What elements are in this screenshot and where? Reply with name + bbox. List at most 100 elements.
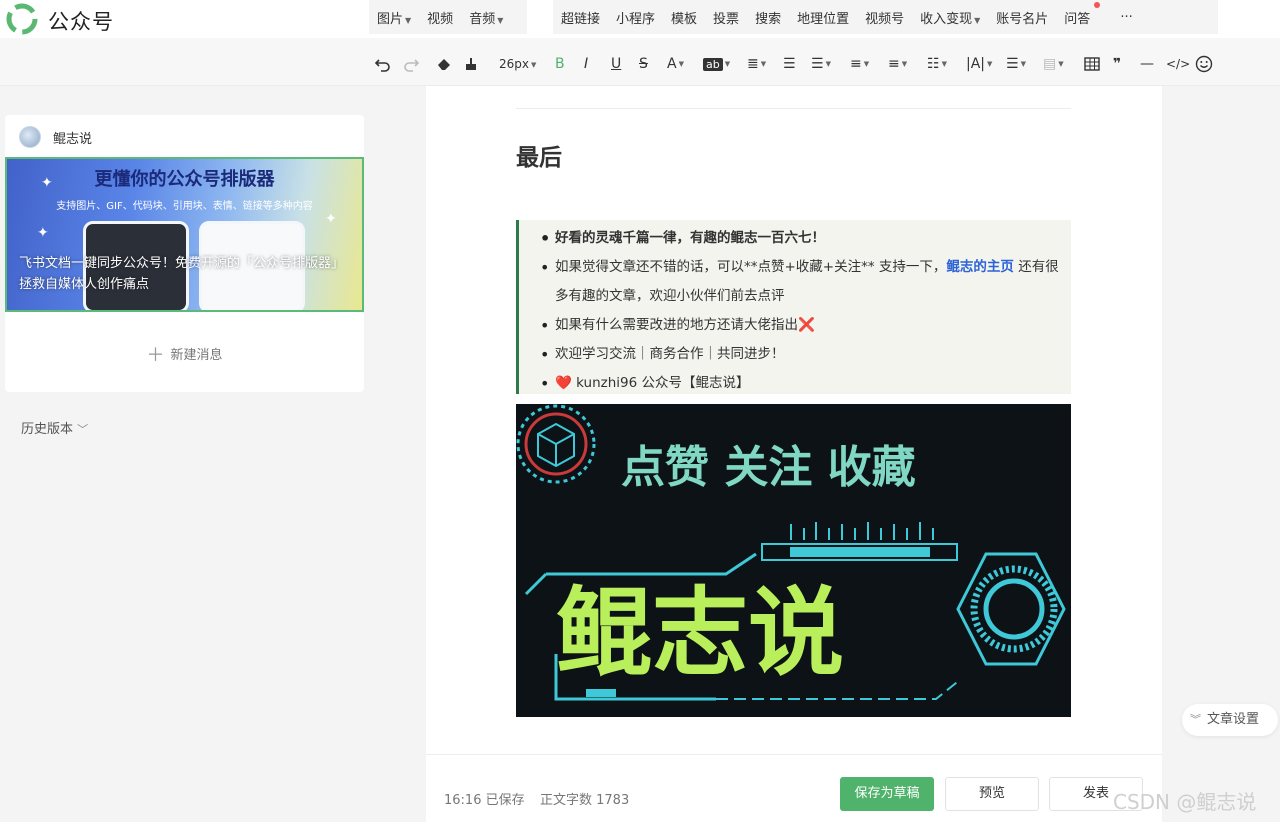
emoji-icon[interactable] [1195,54,1213,74]
menu-channels[interactable]: 视频号 [857,8,912,27]
text-indent-icon[interactable]: ▤ ▼ [1043,54,1064,74]
insert-menu-group-more: 超链接 小程序 模板 投票 搜索 地理位置 视频号 收入变现 ▼ 账号名片 问答 … [553,0,1218,34]
table-icon[interactable] [1084,54,1100,74]
quote-icon[interactable]: ❞ [1113,54,1121,74]
top-bar: 公众号 图片 ▼ 视频 音频 ▼ 超链接 小程序 模板 投票 搜索 地理位置 视频号… [0,0,1280,38]
homepage-link[interactable]: 鲲志的主页 [946,259,1014,275]
banner-main-text: 鲲志说 [556,577,844,689]
caret-down-icon: ▼ [724,60,731,68]
menu-video[interactable]: 视频 [419,8,461,27]
paragraph-spacing-icon[interactable]: ≡ ▼ [888,54,907,74]
cover-title: 更懂你的公众号排版器 [94,169,275,190]
italic-icon[interactable]: I [584,54,588,74]
menu-audio[interactable]: 音频 ▼ [461,8,511,27]
divider-line-icon[interactable]: — [1140,54,1154,74]
gear-icon [956,552,1066,666]
undo-icon[interactable] [374,54,392,74]
caret-down-icon: ▼ [825,60,831,68]
notification-dot [1094,1,1101,8]
caret-down-icon: ▼ [987,60,993,68]
list-item: 欢迎学习交流｜商务合作｜共同进步！ [540,340,1071,369]
banner-graphic: 点赞 关注 收藏 鲲志说 [516,404,1066,701]
list-indent-icon[interactable]: ☷ ▼ [927,54,947,74]
menu-monetize[interactable]: 收入变现 ▼ [912,8,988,27]
section-heading: 最后 [516,145,562,171]
underline-icon[interactable]: U [611,54,621,74]
menu-hyperlink[interactable]: 超链接 [553,8,608,27]
heart-icon: ❤️ [555,375,572,391]
plus-icon: ＋ [146,345,165,366]
new-message-button[interactable]: ＋新建消息 [5,341,364,367]
chevron-down-icon: ﹀ [77,423,89,436]
menu-qa[interactable]: 问答 [1056,1,1101,27]
cross-mark-icon: ❌ [798,317,815,333]
menu-vote[interactable]: 投票 [705,8,747,27]
caret-down-icon: ▼ [901,60,908,68]
caret-down-icon: ▼ [1020,60,1026,68]
menu-more[interactable]: ··· [1112,10,1140,25]
highlight-icon[interactable]: ab ▼ [703,54,730,74]
indent-icon[interactable]: ☰ [783,54,796,74]
caret-down-icon: ▼ [531,60,537,69]
list-item: 如果有什么需要改进的地方还请大佬指出❌ [540,311,1071,340]
caret-down-icon: ▼ [1058,60,1064,68]
menu-mini-program[interactable]: 小程序 [608,8,663,27]
double-chevron-down-icon: ︾ [1190,713,1201,726]
article-editor[interactable]: 最后 好看的灵魂千篇一律，有趣的鲲志一百六七！ 如果觉得文章还不错的话，可以**… [426,86,1162,822]
menu-search[interactable]: 搜索 [747,8,789,27]
progress-fill [790,547,930,557]
tick-marks [790,522,934,540]
article-cover-selected[interactable]: 更懂你的公众号排版器 支持图片、GIF、代码块、引用块、表情、链接等多种内容 ✦… [5,157,364,312]
caret-down-icon: ▼ [760,60,767,68]
divider [516,108,1071,109]
caret-down-icon: ▼ [863,60,870,68]
cover-subtitle: 支持图片、GIF、代码块、引用块、表情、链接等多种内容 [56,201,313,212]
strikethrough-icon[interactable]: S [639,54,648,74]
account-header: 鲲志说 [19,125,92,149]
format-painter-icon[interactable] [463,54,479,74]
menu-account-card[interactable]: 账号名片 [988,8,1056,27]
word-count: 正文字数 1783 [540,793,630,808]
font-color-icon[interactable]: A ▼ [667,54,684,74]
caret-down-icon: ▼ [974,15,981,25]
caret-down-icon: ▼ [497,15,504,25]
app-name: 公众号 [48,10,114,34]
sparkle-icon: ✦ [37,225,49,241]
letter-spacing-icon[interactable]: |A| ▼ [966,54,992,74]
save-draft-button[interactable]: 保存为草稿 [840,777,934,811]
cube-icon [516,404,596,484]
banner-top-text: 点赞 关注 收藏 [621,442,916,493]
caret-down-icon: ▼ [941,60,947,68]
avatar [19,126,41,148]
menu-location[interactable]: 地理位置 [789,8,857,27]
history-versions-toggle[interactable]: 历史版本 ﹀ [21,418,88,437]
account-name: 鲲志说 [53,131,93,147]
align-justify-icon[interactable]: ≣ ▼ [747,54,766,74]
cover-caption: 飞书文档一键同步公众号！免费开源的「公众号排版器」拯救自媒体人创作痛点 [19,256,345,292]
blockquote: 好看的灵魂千篇一律，有趣的鲲志一百六七！ 如果觉得文章还不错的话，可以**点赞+… [516,220,1071,398]
follow-banner-image[interactable]: 点赞 关注 收藏 鲲志说 [516,404,1071,717]
align-center-icon[interactable]: ☰ ▼ [811,54,831,74]
sparkle-icon: ✦ [41,175,53,191]
bullet-list-icon[interactable]: ☰ ▼ [1006,54,1026,74]
caret-down-icon: ▼ [405,15,412,25]
insert-menu-group-media: 图片 ▼ 视频 音频 ▼ [369,0,527,34]
watermark: CSDN @鲲志说 [1113,790,1257,814]
list-item: 好看的灵魂千篇一律，有趣的鲲志一百六七！ [540,224,1071,253]
redo-icon[interactable] [402,54,420,74]
list-item: ❤️ kunzhi96 公众号【鲲志说】 [540,369,1071,398]
article-list-card: 鲲志说 更懂你的公众号排版器 支持图片、GIF、代码块、引用块、表情、链接等多种… [5,115,364,392]
clear-format-eraser-icon[interactable] [435,54,453,74]
save-status: 16:16 已保存 [444,793,525,808]
sparkle-icon: ✦ [325,211,337,227]
wechat-mp-logo-icon [6,3,38,35]
code-icon[interactable]: </> [1166,54,1190,74]
preview-button[interactable]: 预览 [945,777,1039,811]
line-spacing-icon[interactable]: ≡ ▼ [850,54,869,74]
editor-footer: 16:16 已保存 正文字数 1783 保存为草稿 预览 发表 [426,754,1162,822]
menu-template[interactable]: 模板 [663,8,705,27]
article-settings-button[interactable]: ︾ 文章设置 [1182,704,1278,736]
font-size-select[interactable]: 26px ▼ [499,54,536,74]
menu-image[interactable]: 图片 ▼ [369,8,419,27]
bold-icon[interactable]: B [555,54,565,74]
